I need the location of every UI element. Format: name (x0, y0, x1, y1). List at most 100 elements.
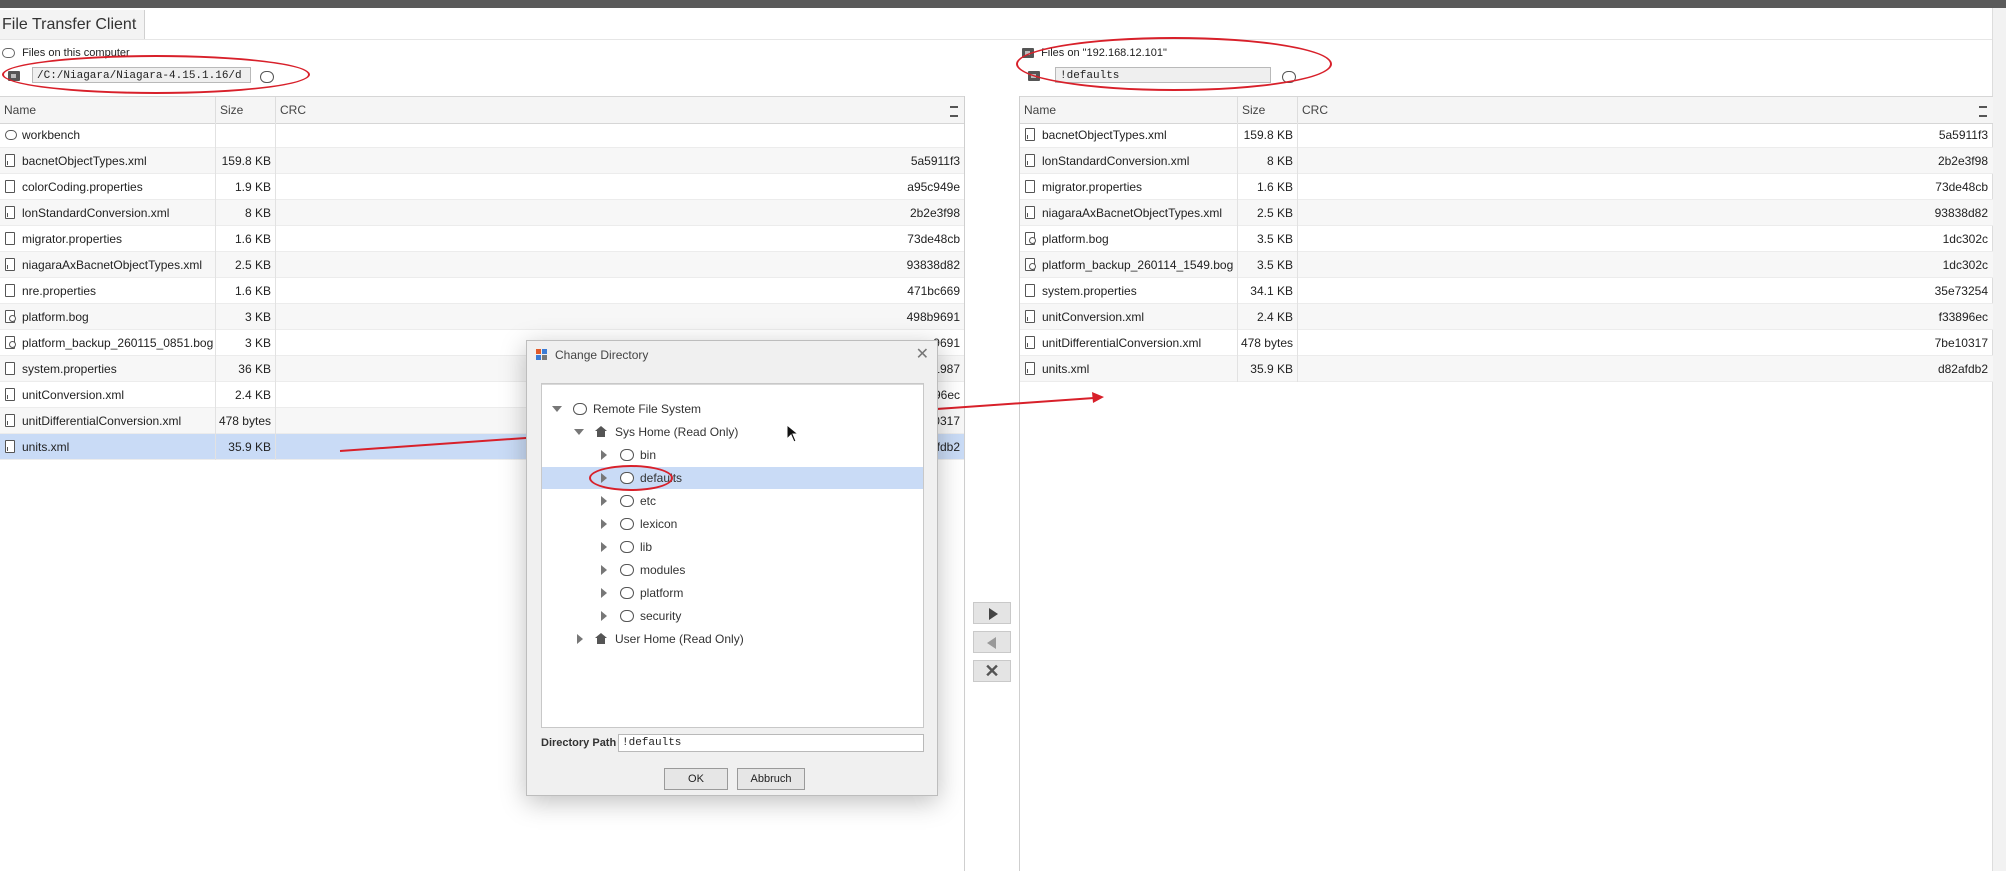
tree-folder-lexicon[interactable]: lexicon (542, 513, 923, 535)
tree-folder-etc[interactable]: etc (542, 490, 923, 512)
tree-folder-label: lib (640, 540, 653, 554)
table-row[interactable]: units.xml 35.9 KB d82afdb2 (1020, 356, 1993, 382)
arrow-right-icon (989, 608, 998, 620)
table-row[interactable]: lonStandardConversion.xml 8 KB 2b2e3f98 (1020, 148, 1993, 174)
tree-sys-home-label: Sys Home (Read Only) (615, 425, 739, 439)
file-crc: d82afdb2 (1937, 362, 1988, 376)
xml-file-icon (5, 440, 15, 453)
close-icon[interactable]: ✕ (916, 345, 929, 365)
file-name: niagaraAxBacnetObjectTypes.xml (22, 252, 216, 278)
bog-file-icon (5, 336, 16, 349)
expand-right-icon[interactable] (577, 634, 583, 644)
right-table-header: Name Size CRC (1020, 96, 1993, 124)
ok-button[interactable]: OK (664, 768, 728, 790)
file-size: 35.9 KB (1238, 356, 1298, 382)
computer-disk-icon (2, 48, 15, 59)
window-title-tab[interactable]: File Transfer Client (0, 10, 146, 39)
table-row[interactable]: niagaraAxBacnetObjectTypes.xml 2.5 KB 9383… (0, 252, 964, 278)
right-col-name[interactable]: Name (1020, 97, 1238, 123)
file-name: system.properties (1042, 278, 1238, 304)
file-crc: 1dc302c (1942, 258, 1988, 272)
transfer-right-button[interactable] (973, 602, 1011, 624)
expand-right-icon[interactable] (601, 588, 607, 598)
dialog-title: Change Directory (527, 341, 937, 369)
tree-folder-lib[interactable]: lib (542, 536, 923, 558)
table-row[interactable]: colorCoding.properties 1.9 KB a95c949e (0, 174, 964, 200)
file-size (216, 122, 276, 148)
delete-x-icon: ✕ (984, 661, 1000, 681)
tree-folder-label: lexicon (640, 517, 678, 531)
left-col-crc[interactable]: CRC (276, 97, 946, 123)
tree-folder-security[interactable]: security (542, 605, 923, 627)
expand-right-icon[interactable] (601, 519, 607, 529)
tree-folder-bin[interactable]: bin (542, 444, 923, 466)
table-row[interactable]: bacnetObjectTypes.xml 159.8 KB 5a5911f3 (1020, 122, 1993, 148)
expand-down-icon[interactable] (574, 429, 584, 435)
defaults-annotation-ellipse (589, 465, 673, 491)
file-name: lonStandardConversion.xml (22, 200, 216, 226)
right-col-size[interactable]: Size (1238, 97, 1298, 123)
table-row[interactable]: platform_backup_260114_1549.bog 3.5 KB 1dc… (1020, 252, 1993, 278)
right-file-table: Name Size CRC bacnetObjectTypes.xml 159.8… (1019, 96, 1993, 871)
tree-node-root[interactable]: Remote File System (542, 398, 923, 420)
file-name: system.properties (22, 356, 216, 382)
folder-icon (620, 518, 634, 530)
file-size: 478 bytes (216, 408, 276, 434)
left-col-size[interactable]: Size (216, 97, 276, 123)
expand-right-icon[interactable] (601, 450, 607, 460)
table-row[interactable]: migrator.properties 1.6 KB 73de48cb (0, 226, 964, 252)
table-row[interactable]: niagaraAxBacnetObjectTypes.xml 2.5 KB 9383… (1020, 200, 1993, 226)
xml-file-icon (5, 154, 15, 167)
file-icon (5, 284, 15, 297)
tree-node-sys-home[interactable]: Sys Home (Read Only) (542, 421, 923, 443)
expand-right-icon[interactable] (601, 565, 607, 575)
expand-right-icon[interactable] (601, 496, 607, 506)
file-crc: 93838d82 (1934, 206, 1988, 220)
table-row[interactable]: unitDifferentialConversion.xml 478 bytes 7… (1020, 330, 1993, 356)
table-row[interactable]: bacnetObjectTypes.xml 159.8 KB 5a5911f3 (0, 148, 964, 174)
file-crc: 5a5911f3 (910, 154, 960, 168)
right-col-crc[interactable]: CRC (1298, 97, 1978, 123)
transfer-left-button[interactable] (973, 631, 1011, 653)
table-row[interactable]: nre.properties 1.6 KB 471bc669 (0, 278, 964, 304)
file-icon (5, 180, 15, 193)
file-icon (5, 232, 15, 245)
right-column-chooser-icon[interactable] (1979, 106, 1987, 117)
delete-button[interactable]: ✕ (973, 660, 1011, 682)
tree-folder-modules[interactable]: modules (542, 559, 923, 581)
tree-folder-platform[interactable]: platform (542, 582, 923, 604)
table-row[interactable]: system.properties 34.1 KB 35e73254 (1020, 278, 1993, 304)
left-path-annotation-ellipse (2, 55, 310, 94)
expand-right-icon[interactable] (601, 611, 607, 621)
folder-icon (620, 587, 634, 599)
directory-tree[interactable]: Remote File System Sys Home (Read Only) … (541, 383, 924, 728)
cancel-button[interactable]: Abbruch (737, 768, 805, 790)
file-crc: 73de48cb (907, 232, 960, 246)
tree-folder-label: modules (640, 563, 686, 577)
table-row[interactable]: unitConversion.xml 2.4 KB f33896ec (1020, 304, 1993, 330)
left-col-name[interactable]: Name (0, 97, 216, 123)
table-row[interactable]: workbench (0, 122, 964, 148)
xml-file-icon (1025, 206, 1035, 219)
table-row[interactable]: lonStandardConversion.xml 8 KB 2b2e3f98 (0, 200, 964, 226)
file-icon (5, 362, 15, 375)
directory-path-input[interactable]: !defaults (618, 734, 924, 752)
table-row[interactable]: platform.bog 3 KB 498b9691 (0, 304, 964, 330)
table-row[interactable]: platform.bog 3.5 KB 1dc302c (1020, 226, 1993, 252)
file-size: 3.5 KB (1238, 252, 1298, 278)
left-column-chooser-icon[interactable] (950, 106, 958, 117)
change-directory-dialog[interactable]: Change Directory ✕ Remote File System Sy… (526, 340, 938, 796)
tree-folder-label: security (640, 609, 682, 623)
expand-right-icon[interactable] (601, 542, 607, 552)
tree-root-label: Remote File System (593, 402, 702, 416)
table-row[interactable]: migrator.properties 1.6 KB 73de48cb (1020, 174, 1993, 200)
expand-down-icon[interactable] (552, 406, 562, 412)
file-size: 478 bytes (1238, 330, 1298, 356)
file-size: 159.8 KB (216, 148, 276, 174)
bog-file-icon (5, 310, 16, 323)
file-crc: 5a5911f3 (1938, 128, 1988, 142)
file-name: units.xml (1042, 356, 1238, 382)
app-logo-icon (536, 349, 548, 361)
file-crc: 2b2e3f98 (1937, 154, 1988, 168)
tree-node-user-home[interactable]: User Home (Read Only) (542, 628, 923, 650)
